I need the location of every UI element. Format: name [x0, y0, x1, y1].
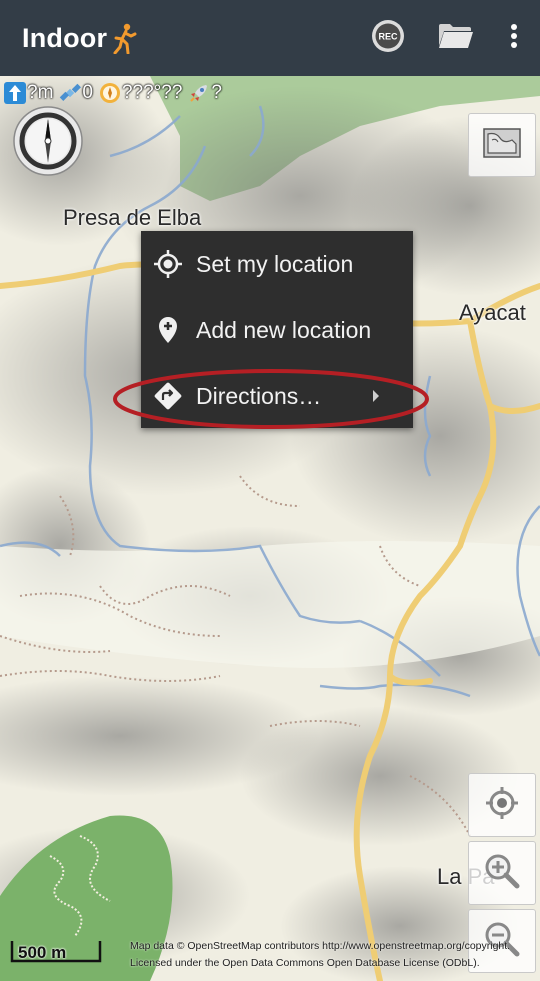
record-button[interactable]: REC	[352, 0, 424, 76]
speed-value: ?	[211, 82, 222, 103]
map-context-menu: Set my location Add new location Directi…	[141, 231, 413, 428]
crosshair-location-icon	[153, 249, 183, 279]
menu-item-label: Add new location	[196, 316, 372, 343]
runner-icon	[111, 22, 137, 55]
menu-item-label: Set my location	[196, 250, 354, 277]
add-pin-icon	[153, 315, 183, 345]
zoom-in-button[interactable]	[468, 841, 536, 905]
layers-map-icon	[482, 126, 522, 165]
coordinates-indicator: ???°??	[99, 82, 182, 104]
menu-item-label: Directions…	[196, 382, 322, 409]
menu-item-set-my-location[interactable]: Set my location	[141, 231, 413, 297]
place-label: Presa de Elba	[63, 205, 202, 230]
menu-item-directions[interactable]: Directions…	[141, 363, 413, 429]
compass-small-icon	[99, 82, 121, 104]
map-attribution[interactable]: Map data © OpenStreetMap contributors ht…	[124, 935, 536, 981]
place-label: Ayacat	[459, 300, 526, 325]
app-bar: Indoor REC	[0, 0, 540, 76]
overflow-menu-button[interactable]	[488, 0, 540, 76]
attribution-line: Licensed under the Open Data Commons Ope…	[130, 957, 480, 969]
speed-indicator: ?	[188, 82, 222, 104]
directions-icon	[153, 381, 183, 411]
my-location-icon	[484, 785, 520, 826]
coordinates-value: ???°??	[121, 82, 183, 103]
attribution-line: Map data © OpenStreetMap contributors ht…	[130, 940, 511, 952]
open-folder-button[interactable]	[424, 0, 488, 76]
rec-label: REC	[378, 31, 398, 41]
rocket-icon	[188, 82, 210, 104]
overflow-menu-icon	[510, 23, 518, 54]
scale-label: 500 m	[18, 943, 67, 962]
menu-item-add-new-location[interactable]: Add new location	[141, 297, 413, 363]
compass-widget[interactable]	[6, 101, 102, 181]
my-location-button[interactable]	[468, 773, 536, 837]
submenu-arrow-icon	[373, 390, 379, 402]
folder-icon	[438, 22, 474, 55]
zoom-in-icon	[482, 851, 522, 896]
app-title: Indoor	[22, 22, 108, 53]
map-layers-button[interactable]	[468, 113, 536, 177]
rec-icon: REC	[370, 18, 406, 59]
